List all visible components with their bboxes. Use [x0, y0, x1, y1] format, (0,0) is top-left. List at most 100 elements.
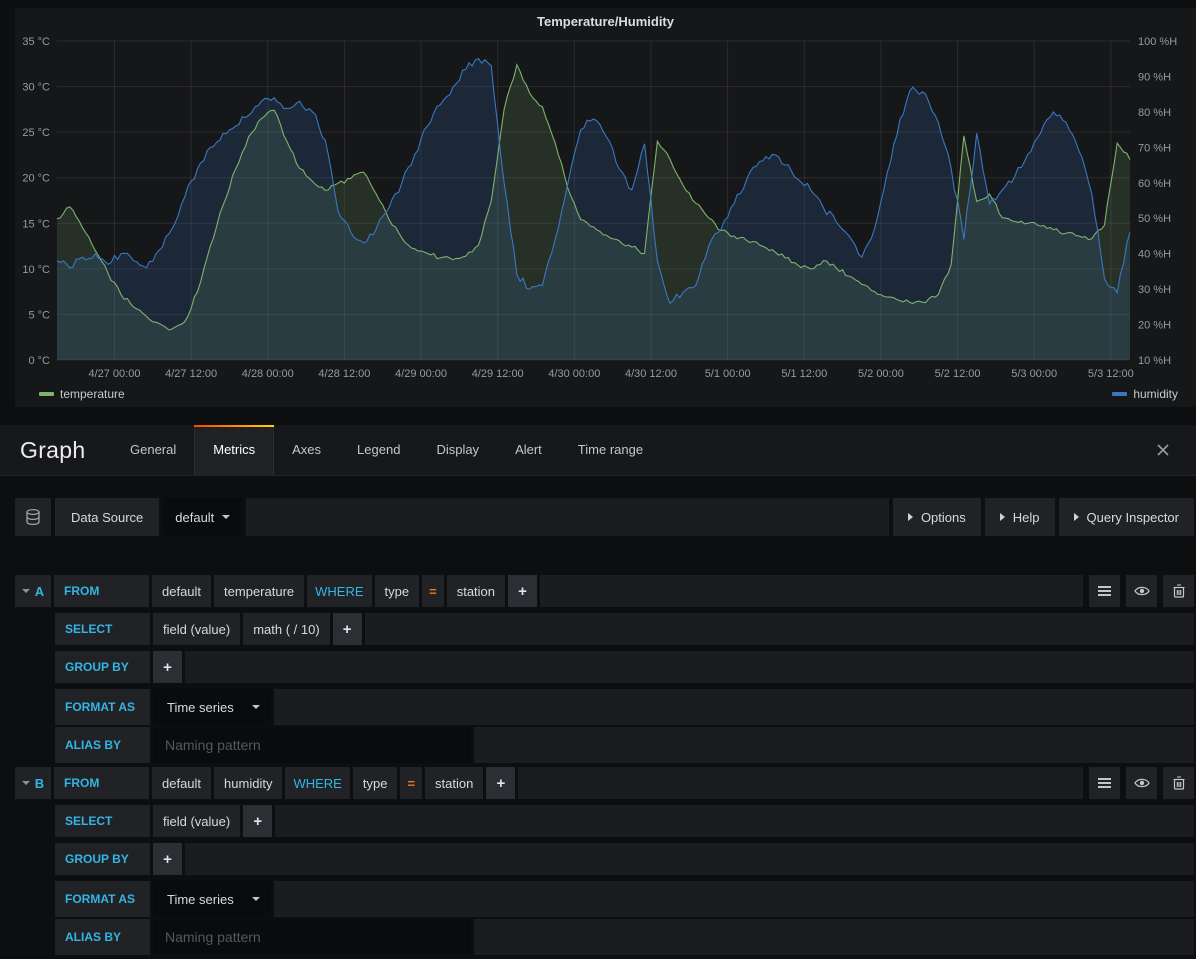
svg-text:10 %H: 10 %H — [1138, 355, 1171, 367]
query-b-toggle-visibility-button[interactable] — [1126, 767, 1157, 799]
query-a-math-segment[interactable]: math ( / 10) — [243, 613, 329, 645]
query-a-policy-segment[interactable]: default — [152, 575, 211, 607]
query-a-select-row: SELECT field (value) math ( / 10) + — [15, 613, 1194, 645]
row-filler — [518, 767, 1083, 799]
select-keyword-box: SELECT — [55, 613, 150, 645]
svg-text:4/28 00:00: 4/28 00:00 — [242, 368, 294, 380]
tab-general[interactable]: General — [112, 425, 194, 475]
svg-text:20 °C: 20 °C — [22, 173, 50, 185]
svg-text:5/1 00:00: 5/1 00:00 — [705, 368, 751, 380]
query-b-select-row: SELECT field (value) + — [15, 805, 1194, 837]
query-a-menu-button[interactable] — [1089, 575, 1120, 607]
panel-type-title: Graph — [0, 425, 112, 475]
datasource-select[interactable]: default — [163, 498, 242, 536]
eye-icon — [1134, 777, 1150, 789]
from-keyword-box: FROM — [54, 575, 149, 607]
groupby-keyword-box: GROUP BY — [55, 651, 150, 683]
help-button[interactable]: Help — [985, 498, 1055, 536]
tab-legend[interactable]: Legend — [339, 425, 418, 475]
tab-axes[interactable]: Axes — [274, 425, 339, 475]
legend-item-temperature[interactable]: temperature — [39, 387, 125, 401]
humidity-legend-swatch — [1112, 392, 1127, 396]
format-value: Time series — [167, 700, 234, 715]
format-keyword: FORMAT AS — [65, 892, 135, 906]
graph-panel: Temperature/Humidity 4/27 00:004/27 12:0… — [15, 8, 1196, 407]
collapse-caret-icon — [22, 589, 30, 593]
query-a-format-row: FORMAT AS Time series — [15, 689, 1194, 725]
query-b-format-row: FORMAT AS Time series — [15, 881, 1194, 917]
svg-text:100 %H: 100 %H — [1138, 36, 1177, 48]
format-keyword-box: FORMAT AS — [55, 881, 150, 917]
query-b-tag-value-segment[interactable]: station — [425, 767, 483, 799]
query-b-field-segment[interactable]: field (value) — [153, 805, 240, 837]
query-a-alias-input[interactable] — [153, 727, 471, 763]
query-a-tag-key-segment[interactable]: type — [375, 575, 420, 607]
query-b-collapse-toggle[interactable]: B — [15, 767, 51, 799]
query-b-add-groupby-button[interactable]: + — [153, 843, 182, 875]
datasource-row: Data Source default Options Help Query I… — [15, 498, 1194, 536]
row-filler — [185, 651, 1194, 683]
svg-text:10 °C: 10 °C — [22, 264, 50, 276]
query-b-add-select-button[interactable]: + — [243, 805, 272, 837]
query-b-measurement-segment[interactable]: humidity — [214, 767, 282, 799]
query-b-alias-row: ALIAS BY — [15, 919, 1194, 955]
query-letter: A — [35, 584, 44, 599]
chevron-down-icon — [252, 897, 260, 901]
query-b-delete-button[interactable] — [1163, 767, 1194, 799]
datasource-label: Data Source — [55, 498, 159, 536]
query-a-collapse-toggle[interactable]: A — [15, 575, 51, 607]
query-b-menu-button[interactable] — [1089, 767, 1120, 799]
where-keyword-segment: WHERE — [307, 575, 371, 607]
format-value: Time series — [167, 892, 234, 907]
select-keyword-box: SELECT — [55, 805, 150, 837]
temperature-legend-swatch — [39, 392, 54, 396]
query-a-field-segment[interactable]: field (value) — [153, 613, 240, 645]
close-editor-icon[interactable] — [1156, 443, 1170, 457]
query-a-delete-button[interactable] — [1163, 575, 1194, 607]
query-b-groupby-row: GROUP BY + — [15, 843, 1194, 875]
tab-alert[interactable]: Alert — [497, 425, 560, 475]
options-button[interactable]: Options — [893, 498, 981, 536]
query-inspector-button[interactable]: Query Inspector — [1059, 498, 1195, 536]
query-b-add-condition-button[interactable]: + — [486, 767, 515, 799]
query-a-format-select[interactable]: Time series — [153, 689, 271, 725]
query-a-from-row: A FROM default temperature WHERE type = … — [15, 575, 1194, 607]
chevron-down-icon — [252, 705, 260, 709]
row-filler — [540, 575, 1083, 607]
chevron-right-icon — [1074, 513, 1079, 521]
time-series-chart[interactable]: 4/27 00:004/27 12:004/28 00:004/28 12:00… — [15, 8, 1196, 407]
format-keyword-box: FORMAT AS — [55, 689, 150, 725]
query-b-tag-key-segment[interactable]: type — [353, 767, 398, 799]
query-b-format-select[interactable]: Time series — [153, 881, 271, 917]
query-b-operator-segment[interactable]: = — [400, 767, 422, 799]
svg-text:70 %H: 70 %H — [1138, 142, 1171, 154]
legend-label: temperature — [60, 387, 125, 401]
query-a-add-condition-button[interactable]: + — [508, 575, 537, 607]
menu-icon — [1098, 586, 1111, 596]
collapse-caret-icon — [22, 781, 30, 785]
query-a-measurement-segment[interactable]: temperature — [214, 575, 304, 607]
svg-text:50 %H: 50 %H — [1138, 213, 1171, 225]
panel-editor-tabbar: Graph General Metrics Axes Legend Displa… — [0, 425, 1196, 476]
svg-text:90 %H: 90 %H — [1138, 71, 1171, 83]
query-a-operator-segment[interactable]: = — [422, 575, 444, 607]
from-keyword-box: FROM — [54, 767, 149, 799]
query-a-toggle-visibility-button[interactable] — [1126, 575, 1157, 607]
query-a-tag-value-segment[interactable]: station — [447, 575, 505, 607]
tab-metrics[interactable]: Metrics — [194, 425, 274, 475]
svg-text:15 °C: 15 °C — [22, 218, 50, 230]
query-a-add-select-button[interactable]: + — [333, 613, 362, 645]
trash-icon — [1173, 584, 1185, 598]
options-button-label: Options — [921, 510, 966, 525]
query-b-alias-input[interactable] — [153, 919, 471, 955]
tab-time-range[interactable]: Time range — [560, 425, 661, 475]
svg-text:60 %H: 60 %H — [1138, 178, 1171, 190]
query-b-policy-segment[interactable]: default — [152, 767, 211, 799]
svg-text:25 °C: 25 °C — [22, 127, 50, 139]
query-a-add-groupby-button[interactable]: + — [153, 651, 182, 683]
groupby-keyword: GROUP BY — [65, 852, 129, 866]
legend-item-humidity[interactable]: humidity — [1112, 387, 1178, 401]
svg-text:4/27 00:00: 4/27 00:00 — [88, 368, 140, 380]
svg-text:5 °C: 5 °C — [28, 309, 50, 321]
tab-display[interactable]: Display — [418, 425, 497, 475]
